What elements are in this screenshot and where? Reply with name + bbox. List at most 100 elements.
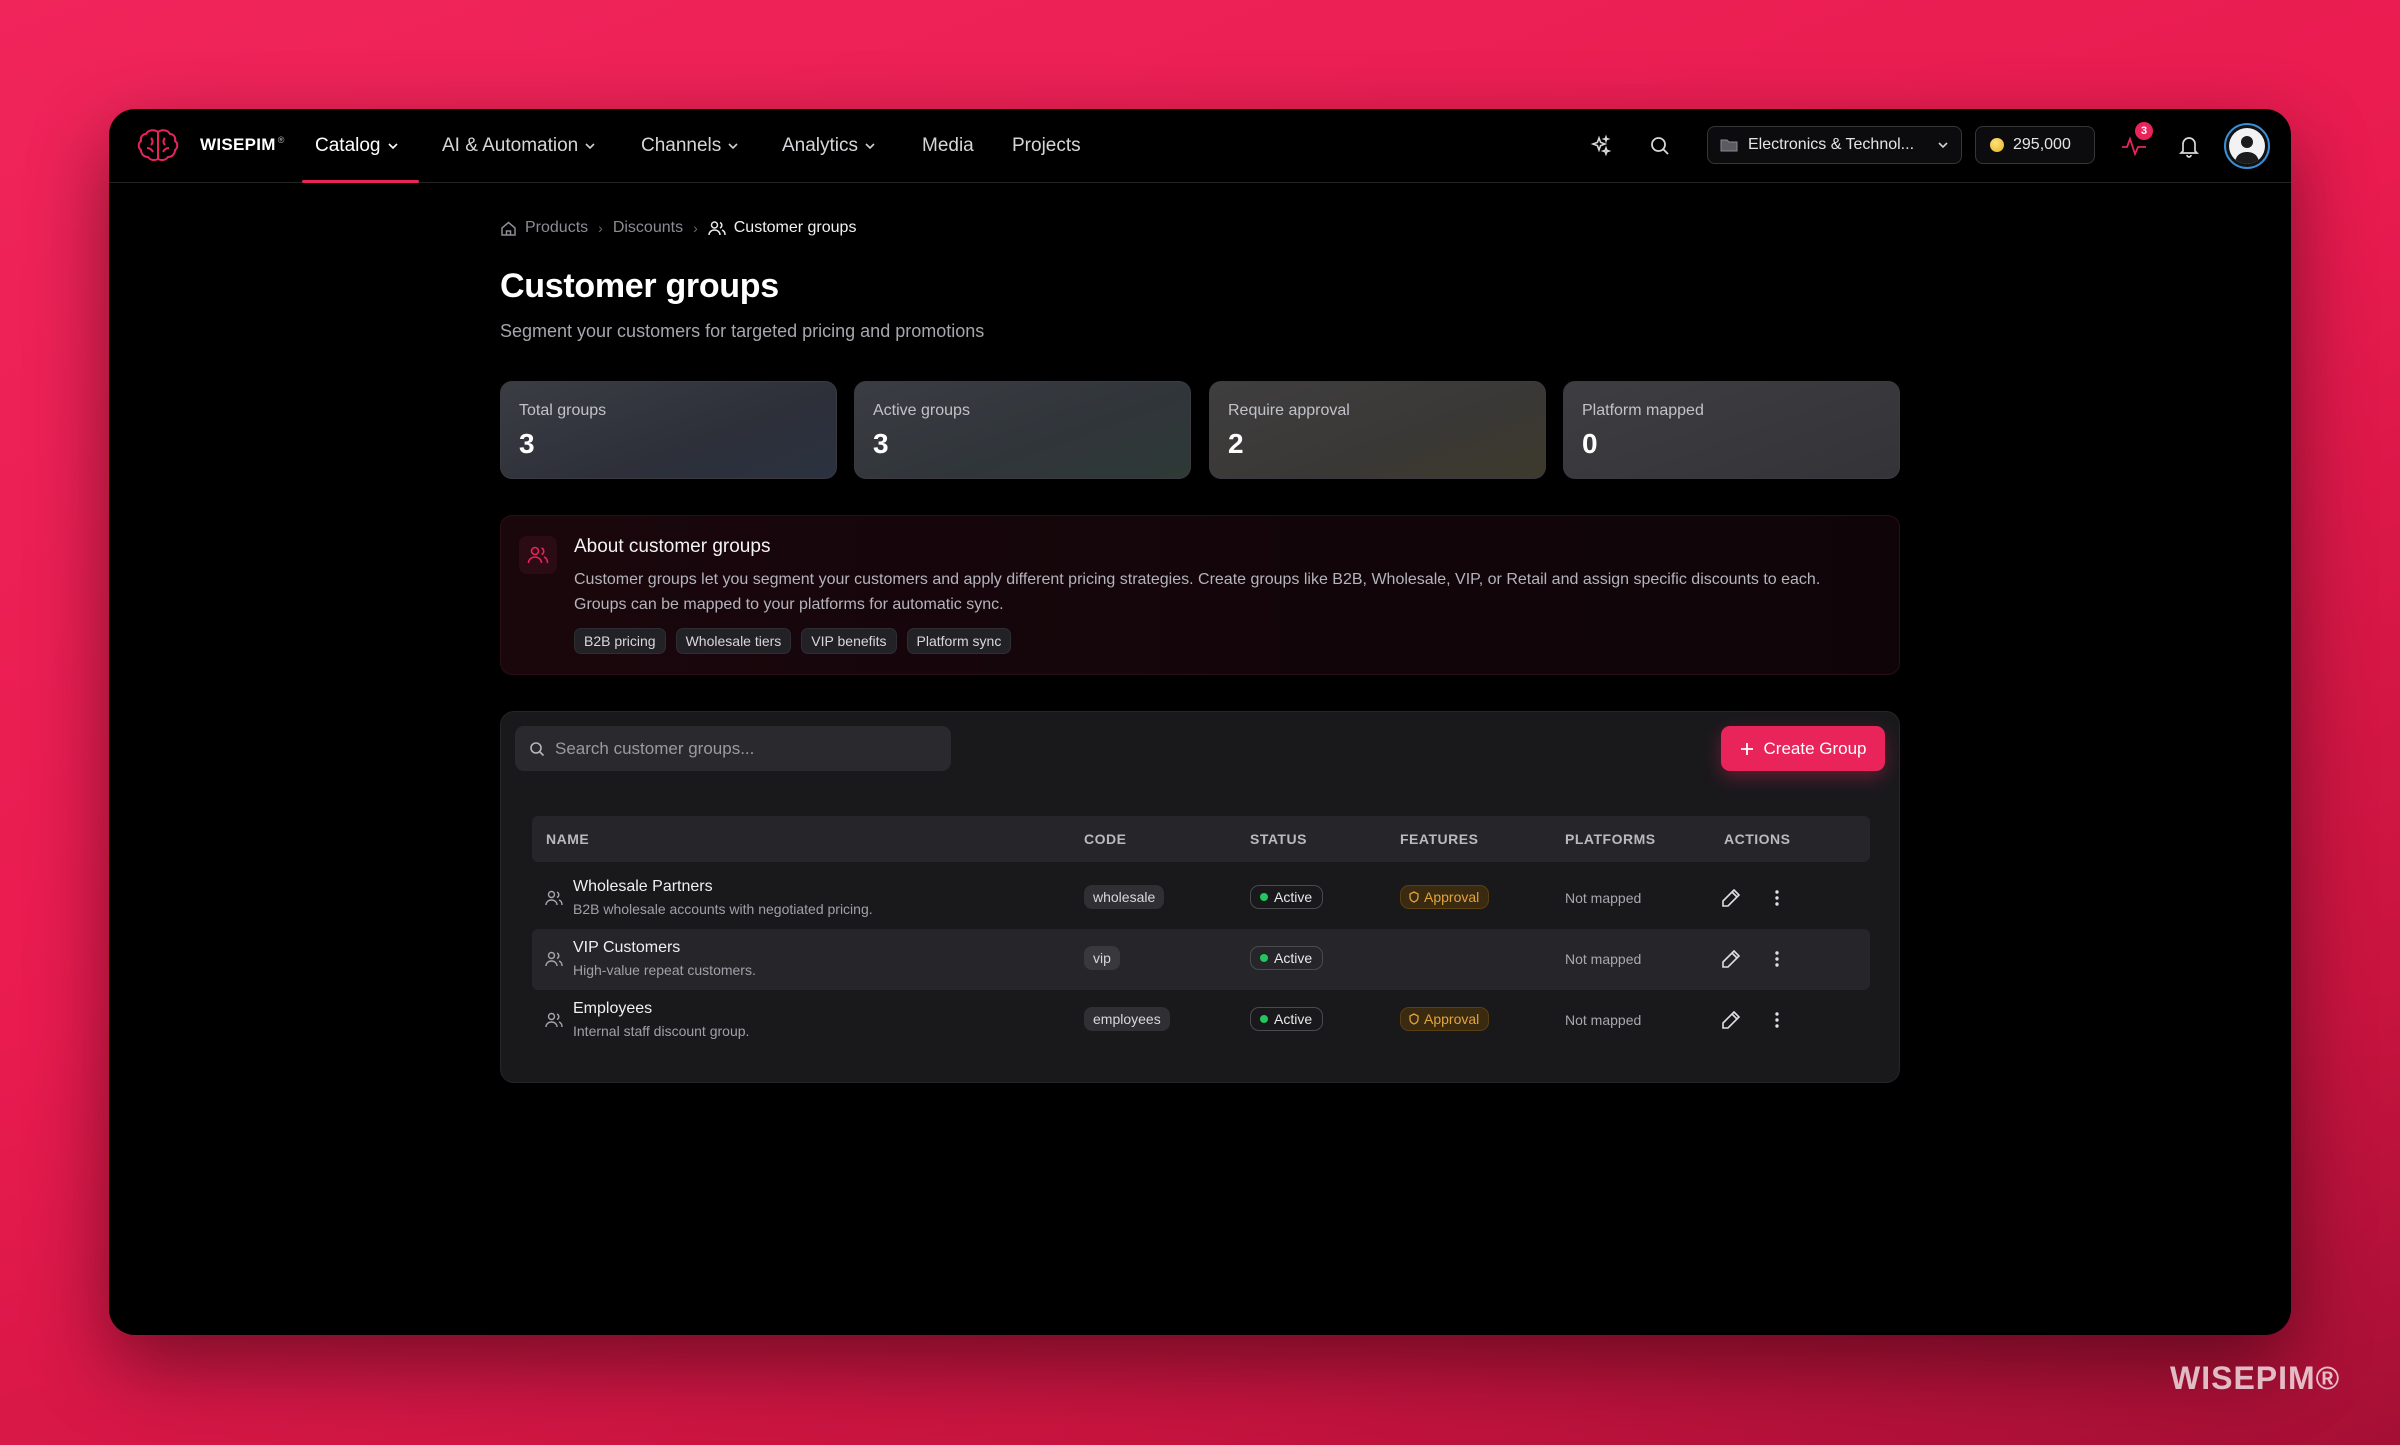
breadcrumb: Products › Discounts › Customer groups [500, 219, 856, 237]
about-title: About customer groups [574, 536, 771, 557]
column-header-platforms[interactable]: PLATFORMS [1565, 831, 1656, 847]
page-subtitle: Segment your customers for targeted pric… [500, 321, 985, 341]
status-badge: Active [1250, 885, 1324, 909]
group-name[interactable]: Wholesale Partners [573, 878, 713, 896]
breadcrumb-current: Customer groups [733, 219, 857, 236]
stat-label: Require approval [1228, 402, 1350, 419]
breadcrumb-products[interactable]: Products [525, 219, 588, 237]
search-icon[interactable] [1643, 129, 1677, 163]
users-icon [545, 951, 563, 967]
app-window: WISEPIM ® Catalog AI & Automation Channel… [109, 109, 2291, 1335]
stat-label: Total groups [519, 402, 607, 419]
status-dot [1260, 1015, 1268, 1023]
group-description: Internal staff discount group. [573, 1023, 750, 1039]
chevron-right-icon: › [693, 220, 698, 236]
nav-channels[interactable]: Channels [641, 135, 739, 157]
more-vertical-icon[interactable] [1765, 947, 1789, 971]
group-name[interactable]: VIP Customers [573, 939, 680, 957]
credits-balance[interactable]: 295,000 [1975, 126, 2095, 164]
stat-card-platform-mapped: Platform mapped 0 [1563, 381, 1900, 479]
chip: B2B pricing [574, 628, 666, 654]
shield-icon [1409, 891, 1419, 903]
stat-value: 0 [1582, 428, 1598, 459]
breadcrumb-discounts[interactable]: Discounts [613, 219, 683, 237]
page-title: Customer groups [500, 267, 779, 305]
nav-catalog[interactable]: Catalog [315, 135, 399, 157]
edit-pencil-icon[interactable] [1719, 947, 1743, 971]
chevron-down-icon [585, 143, 595, 150]
column-header-status[interactable]: STATUS [1250, 831, 1307, 847]
more-vertical-icon[interactable] [1765, 886, 1789, 910]
stat-label: Platform mapped [1582, 402, 1704, 419]
brand-watermark: WISEPIM® [2170, 1360, 2341, 1396]
home-icon [501, 221, 516, 236]
approval-badge: Approval [1400, 885, 1490, 909]
chevron-down-icon [865, 143, 875, 150]
approval-badge: Approval [1400, 1007, 1490, 1031]
search-input[interactable] [555, 738, 935, 759]
group-code: employees [1084, 1007, 1170, 1031]
column-header-actions: ACTIONS [1724, 831, 1791, 847]
user-avatar[interactable] [2224, 123, 2270, 169]
edit-pencil-icon[interactable] [1719, 886, 1743, 910]
nav-ai-automation[interactable]: AI & Automation [442, 135, 596, 157]
stat-label: Active groups [873, 402, 970, 419]
shield-icon [1409, 1013, 1419, 1025]
group-description: B2B wholesale accounts with negotiated p… [573, 901, 873, 917]
table-row[interactable]: Wholesale Partners B2B wholesale account… [532, 868, 1870, 929]
status-badge: Active [1250, 1007, 1324, 1031]
status-dot [1260, 893, 1268, 901]
chip: Platform sync [906, 628, 1012, 654]
status-badge: Active [1250, 946, 1324, 970]
stat-value: 3 [873, 428, 889, 459]
chevron-down-icon [387, 143, 398, 150]
workspace-selector[interactable]: Electronics & Technol... [1707, 126, 1962, 164]
group-name[interactable]: Employees [573, 1000, 652, 1018]
chip: Wholesale tiers [675, 628, 792, 654]
chip: VIP benefits [801, 628, 897, 654]
users-icon [545, 890, 563, 906]
brand-name[interactable]: WISEPIM ® [200, 135, 285, 155]
column-header-code[interactable]: CODE [1084, 831, 1126, 847]
plus-icon [1740, 742, 1753, 755]
users-icon [707, 220, 726, 235]
notification-count-badge: 3 [2135, 122, 2153, 140]
group-code: wholesale [1084, 885, 1165, 909]
platform-mapping: Not mapped [1565, 1012, 1642, 1028]
group-description: High-value repeat customers. [573, 962, 756, 978]
brain-logo-icon[interactable] [137, 126, 179, 166]
nav-media[interactable]: Media [922, 135, 974, 157]
feature-chips: B2B pricing Wholesale tiers VIP benefits… [574, 628, 1012, 654]
about-description: Customer groups let you segment your cus… [574, 571, 1821, 613]
users-icon [545, 1012, 563, 1028]
column-header-name[interactable]: NAME [546, 831, 589, 847]
folder-icon [1720, 139, 1738, 152]
nav-analytics[interactable]: Analytics [782, 135, 876, 157]
column-header-features[interactable]: FEATURES [1400, 831, 1478, 847]
edit-pencil-icon[interactable] [1719, 1008, 1743, 1032]
nav-projects[interactable]: Projects [1012, 135, 1081, 157]
about-panel: About customer groups Customer groups le… [500, 515, 1900, 675]
platform-mapping: Not mapped [1565, 951, 1642, 967]
table-row[interactable]: VIP Customers High-value repeat customer… [532, 929, 1870, 990]
coin-icon [1990, 138, 2004, 152]
users-icon [519, 536, 557, 574]
chevron-down-icon [728, 143, 738, 150]
bell-icon[interactable] [2172, 129, 2206, 163]
stat-value: 2 [1228, 428, 1244, 459]
stat-card-active-groups: Active groups 3 [854, 381, 1191, 479]
create-group-button[interactable]: Create Group [1721, 726, 1885, 771]
stat-value: 3 [519, 428, 535, 459]
customer-groups-table-card: Create Group NAME CODE STATUS FEATURES P… [500, 711, 1900, 1083]
search-bar [515, 726, 951, 771]
status-dot [1260, 954, 1268, 962]
stat-card-require-approval: Require approval 2 [1209, 381, 1546, 479]
active-tab-indicator [302, 180, 419, 183]
group-code: vip [1084, 946, 1120, 970]
more-vertical-icon[interactable] [1765, 1008, 1789, 1032]
sparkles-icon[interactable] [1584, 129, 1618, 163]
table-row[interactable]: Employees Internal staff discount group.… [532, 990, 1870, 1051]
stat-card-total-groups: Total groups 3 [500, 381, 837, 479]
chevron-down-icon [1938, 142, 1948, 149]
platform-mapping: Not mapped [1565, 890, 1642, 906]
